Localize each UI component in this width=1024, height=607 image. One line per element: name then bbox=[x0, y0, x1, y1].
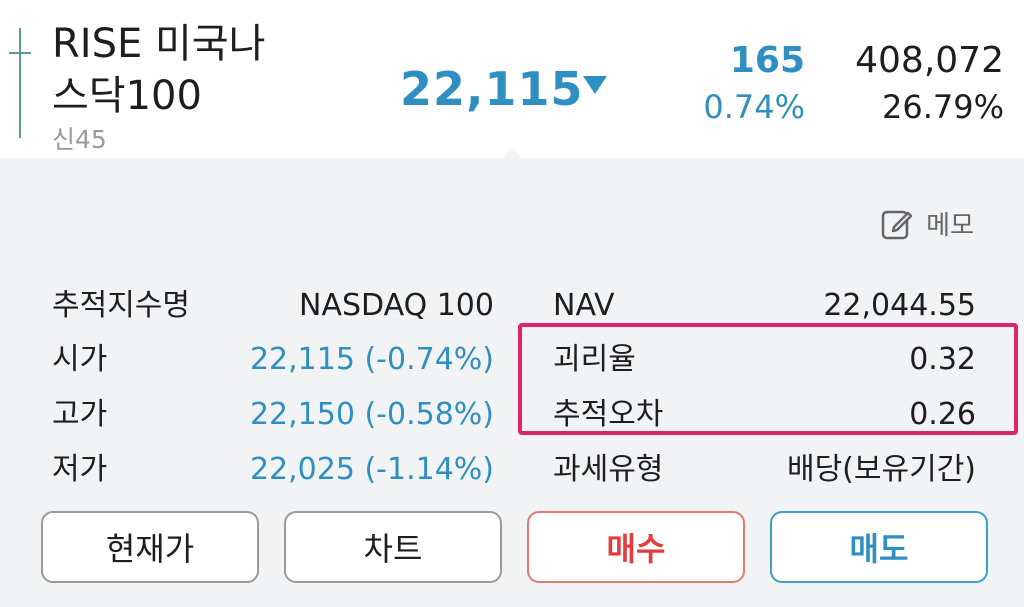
sell-button[interactable]: 매도 bbox=[770, 511, 988, 583]
price-change-value: 165 bbox=[729, 40, 805, 81]
edit-memo-icon bbox=[881, 210, 913, 239]
stock-header: RISE 미국나 스닥100 신45 22,115 165 0.74% 408,… bbox=[0, 0, 1024, 158]
left-row-1-label: 시가 bbox=[52, 342, 108, 377]
detail-panel: 메모 추적지수명 NASDAQ 100 시가 22,115 (-0.74%) 고… bbox=[0, 158, 1024, 607]
left-row-2-value: 22,150 (-0.58%) bbox=[249, 397, 494, 432]
memo-label: 메모 bbox=[926, 211, 974, 241]
stock-name: RISE 미국나 스닥100 bbox=[52, 18, 382, 122]
stock-code: 신45 bbox=[52, 125, 107, 154]
left-row-0-value: NASDAQ 100 bbox=[299, 288, 494, 323]
left-row-1-value: 22,115 (-0.74%) bbox=[249, 342, 494, 377]
trade-volume: 408,072 bbox=[855, 40, 1004, 81]
down-arrow-icon bbox=[583, 76, 607, 94]
chart-marker-tick bbox=[9, 52, 31, 54]
current-price: 22,115 bbox=[400, 62, 584, 116]
highlight-box bbox=[518, 323, 1018, 435]
right-row-0-label: NAV bbox=[553, 288, 615, 323]
stock-name-line2: 스닥100 bbox=[52, 73, 202, 119]
right-row-3-label: 과세유형 bbox=[553, 452, 664, 487]
left-row-3-value: 22,025 (-1.14%) bbox=[249, 452, 494, 487]
chart-button[interactable]: 차트 bbox=[284, 511, 502, 583]
right-row-3-value: 배당(보유기간) bbox=[786, 452, 976, 487]
current-price-button[interactable]: 현재가 bbox=[41, 511, 259, 583]
buy-button[interactable]: 매수 bbox=[527, 511, 745, 583]
left-row-3-label: 저가 bbox=[52, 452, 108, 487]
left-row-0-label: 추적지수명 bbox=[52, 288, 190, 323]
left-row-2-label: 고가 bbox=[52, 397, 108, 432]
memo-button[interactable]: 메모 bbox=[880, 205, 974, 242]
volume-percent: 26.79% bbox=[881, 88, 1004, 126]
right-row-0-value: 22,044.55 bbox=[823, 288, 976, 323]
stock-name-line1: RISE 미국나 bbox=[52, 21, 266, 67]
chart-marker-line bbox=[19, 28, 21, 138]
price-change-percent: 0.74% bbox=[703, 88, 805, 126]
